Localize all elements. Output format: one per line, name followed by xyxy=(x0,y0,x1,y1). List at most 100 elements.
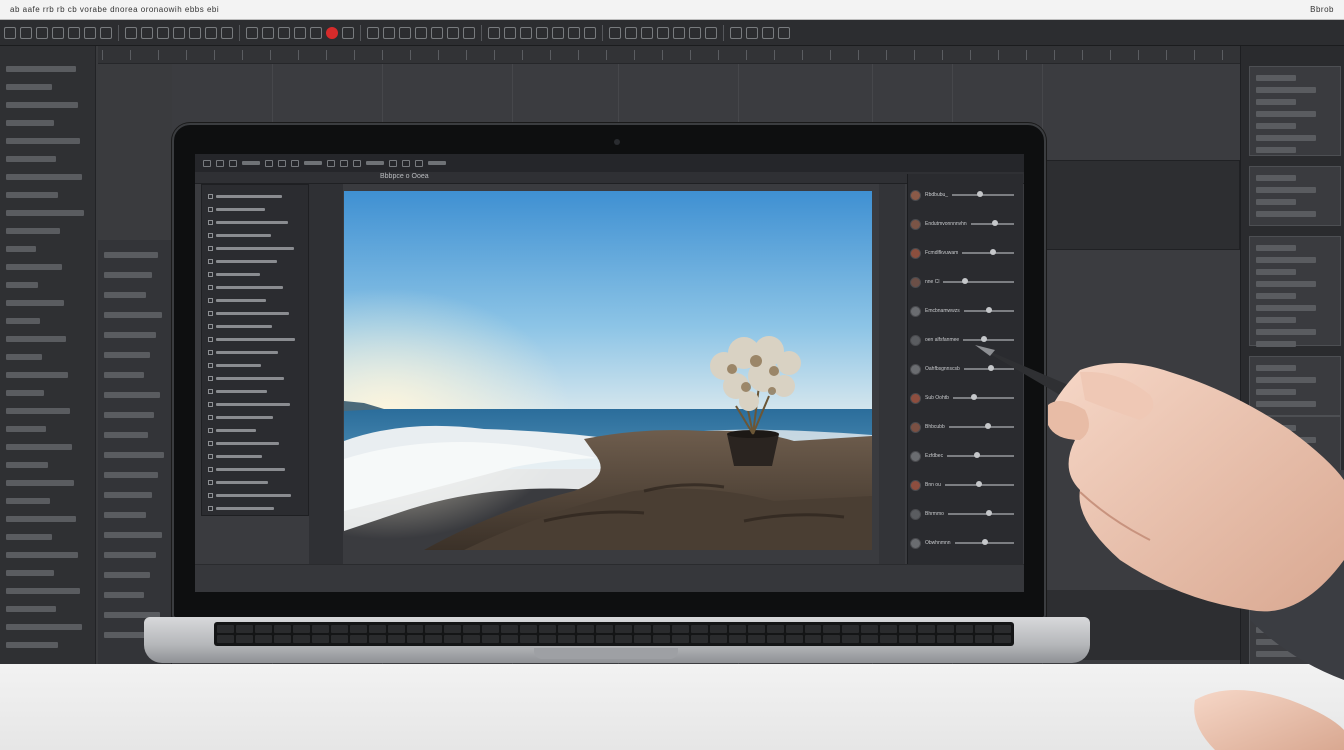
toolbar-tool-button[interactable] xyxy=(189,26,201,39)
layer-row[interactable] xyxy=(208,347,302,357)
adjustment-row[interactable]: Bhrmmo xyxy=(910,505,1020,523)
app-tool-icon[interactable] xyxy=(340,159,348,167)
layer-visibility-checkbox[interactable] xyxy=(208,375,213,381)
toolbar-tool-button[interactable] xyxy=(246,26,258,39)
layer-visibility-checkbox[interactable] xyxy=(208,193,213,199)
layer-row[interactable] xyxy=(208,490,302,500)
layer-visibility-checkbox[interactable] xyxy=(208,505,213,511)
photo-canvas[interactable] xyxy=(344,191,872,550)
layer-visibility-checkbox[interactable] xyxy=(208,323,213,329)
layer-visibility-checkbox[interactable] xyxy=(208,388,213,394)
layer-row[interactable] xyxy=(208,503,302,513)
layer-row[interactable] xyxy=(208,217,302,227)
adjustment-row[interactable]: Bnn ou xyxy=(910,476,1020,494)
toolbar-tool-button[interactable] xyxy=(689,26,701,39)
record-button[interactable] xyxy=(326,26,338,39)
layer-visibility-checkbox[interactable] xyxy=(208,232,213,238)
toolbar-tool-button[interactable] xyxy=(52,26,64,39)
toolbar-tool-button[interactable] xyxy=(84,26,96,39)
adjustment-slider[interactable] xyxy=(970,220,1014,226)
toolbar-tool-button[interactable] xyxy=(262,26,274,39)
timeline-ruler[interactable] xyxy=(98,46,1248,64)
slider-knob[interactable] xyxy=(990,249,997,255)
layer-visibility-checkbox[interactable] xyxy=(208,401,213,407)
toolbar-tool-button[interactable] xyxy=(463,26,475,39)
toolbar-tool-button[interactable] xyxy=(746,26,758,39)
layer-visibility-checkbox[interactable] xyxy=(208,349,213,355)
toolbar-tool-button[interactable] xyxy=(431,26,443,39)
adjustment-row[interactable]: Fcmdlfkvuwam xyxy=(910,244,1020,262)
toolbar-tool-button[interactable] xyxy=(173,26,185,39)
layer-visibility-checkbox[interactable] xyxy=(208,219,213,225)
adjustment-row[interactable]: Bhbcubb xyxy=(910,418,1020,436)
toolbar-tool-button[interactable] xyxy=(536,26,548,39)
slider-knob[interactable] xyxy=(991,220,998,226)
layer-row[interactable] xyxy=(208,269,302,279)
slider-knob[interactable] xyxy=(988,365,995,371)
toolbar-tool-button[interactable] xyxy=(157,26,169,39)
app-tool-icon[interactable] xyxy=(229,159,237,167)
tab-document[interactable]: Bbbpce o Ooea xyxy=(380,173,429,180)
toolbar-tool-button[interactable] xyxy=(447,26,459,39)
layer-row[interactable] xyxy=(208,360,302,370)
toolbar-tool-button[interactable] xyxy=(205,26,217,39)
layer-row[interactable] xyxy=(208,230,302,240)
slider-knob[interactable] xyxy=(976,481,983,487)
toolbar-tool-button[interactable] xyxy=(20,26,32,39)
layer-row[interactable] xyxy=(208,256,302,266)
toolbar-tool-button[interactable] xyxy=(673,26,685,39)
adjustment-row[interactable]: nne Cl xyxy=(910,273,1020,291)
toolbar-tool-button[interactable] xyxy=(367,26,379,39)
toolbar-tool-button[interactable] xyxy=(278,26,290,39)
toolbar-tool-button[interactable] xyxy=(568,26,580,39)
layer-row[interactable] xyxy=(208,334,302,344)
slider-knob[interactable] xyxy=(985,510,992,516)
layer-visibility-checkbox[interactable] xyxy=(208,492,213,498)
layer-row[interactable] xyxy=(208,451,302,461)
toolbar-tool-button[interactable] xyxy=(36,26,48,39)
slider-knob[interactable] xyxy=(971,394,978,400)
adjustment-row[interactable]: Endutmvonnnnvhn xyxy=(910,215,1020,233)
layer-row[interactable] xyxy=(208,295,302,305)
toolbar-tool-button[interactable] xyxy=(125,26,137,39)
layer-visibility-checkbox[interactable] xyxy=(208,362,213,368)
adjustment-slider[interactable] xyxy=(952,191,1014,197)
toolbar-tool-button[interactable] xyxy=(399,26,411,39)
toolbar-tool-button[interactable] xyxy=(705,26,717,39)
app-tool-icon[interactable] xyxy=(353,159,361,167)
layer-visibility-checkbox[interactable] xyxy=(208,258,213,264)
adjustment-slider[interactable] xyxy=(947,510,1014,516)
app-tool-icon[interactable] xyxy=(265,159,273,167)
layer-row[interactable] xyxy=(208,386,302,396)
adjustment-slider[interactable] xyxy=(947,452,1014,458)
adjustment-row[interactable]: Emcbnamwwzs xyxy=(910,302,1020,320)
layer-visibility-checkbox[interactable] xyxy=(208,310,213,316)
adjustment-slider[interactable] xyxy=(963,336,1014,342)
adjustment-row[interactable]: Obwhnmnn xyxy=(910,534,1020,552)
toolbar-tool-button[interactable] xyxy=(762,26,774,39)
layer-visibility-checkbox[interactable] xyxy=(208,440,213,446)
toolbar-tool-button[interactable] xyxy=(552,26,564,39)
slider-knob[interactable] xyxy=(985,307,992,313)
layer-visibility-checkbox[interactable] xyxy=(208,245,213,251)
layer-row[interactable] xyxy=(208,464,302,474)
toolbar-tool-button[interactable] xyxy=(68,26,80,39)
layer-visibility-checkbox[interactable] xyxy=(208,427,213,433)
adjustment-row[interactable]: oen alfsfanmee xyxy=(910,331,1020,349)
toolbar-tool-button[interactable] xyxy=(141,26,153,39)
toolbar-tool-button[interactable] xyxy=(415,26,427,39)
toolbar-tool-button[interactable] xyxy=(730,26,742,39)
app-tool-icon[interactable] xyxy=(327,159,335,167)
slider-knob[interactable] xyxy=(976,191,983,197)
adjustment-slider[interactable] xyxy=(963,307,1014,313)
slider-knob[interactable] xyxy=(984,423,991,429)
adjustment-slider[interactable] xyxy=(943,278,1014,284)
toolbar-tool-button[interactable] xyxy=(625,26,637,39)
adjustment-row[interactable]: Oahfbsgnnscsb xyxy=(910,360,1020,378)
toolbar-tool-button[interactable] xyxy=(657,26,669,39)
adjustment-slider[interactable] xyxy=(944,481,1014,487)
adjustment-slider[interactable] xyxy=(962,249,1014,255)
adjustment-row[interactable]: Sub Oohtb xyxy=(910,389,1020,407)
app-tool-icon[interactable] xyxy=(389,159,397,167)
slider-knob[interactable] xyxy=(974,452,981,458)
